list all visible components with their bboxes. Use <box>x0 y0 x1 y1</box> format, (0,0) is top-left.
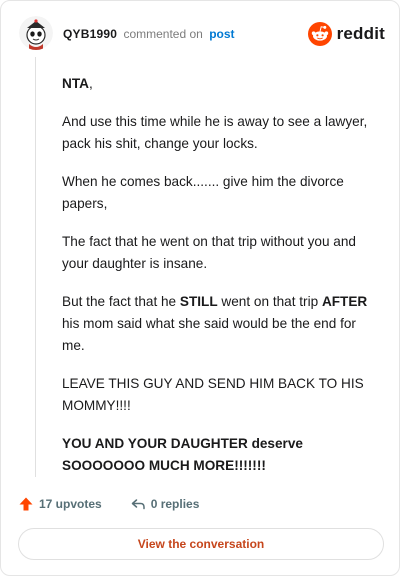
view-conversation-button[interactable]: View the conversation <box>18 528 384 560</box>
comment-paragraph: YOU AND YOUR DAUGHTER deserve SOOOOOOO M… <box>62 433 380 477</box>
reply-control[interactable]: 0 replies <box>130 496 200 512</box>
comment-footer: 17 upvotes 0 replies <box>18 493 199 515</box>
comment-paragraph: NTA, <box>62 73 380 95</box>
paragraph-text: But the fact that he <box>62 294 180 309</box>
emphasis-text: YOU AND YOUR DAUGHTER deserve SOOOOOOO M… <box>62 436 303 473</box>
upvote-control[interactable]: 17 upvotes <box>18 496 102 512</box>
user-avatar-icon[interactable] <box>19 16 53 50</box>
comment-card: QYB1990 commented on post reddit NTA, An… <box>0 0 400 576</box>
comment-meta: QYB1990 commented on post <box>63 26 235 42</box>
action-text: commented on <box>123 27 203 41</box>
verdict-text: NTA <box>62 76 89 91</box>
comment-paragraph: LEAVE THIS GUY AND SEND HIM BACK TO HIS … <box>62 376 364 413</box>
brand-name: reddit <box>336 24 385 43</box>
reddit-brand[interactable]: reddit <box>307 22 385 46</box>
comment-body: NTA, And use this time while he is away … <box>62 73 380 493</box>
username[interactable]: QYB1990 <box>63 27 117 41</box>
emphasis-text: AFTER <box>321 294 368 309</box>
paragraph-text: went on that trip <box>217 294 322 309</box>
reddit-logo-icon <box>307 22 332 46</box>
paragraph-text: his mom said what she said would be the … <box>62 316 356 353</box>
comment-header: QYB1990 commented on post reddit <box>19 16 385 52</box>
comment-paragraph: And use this time while he is away to se… <box>62 114 368 151</box>
reply-arrow-icon[interactable] <box>130 496 146 512</box>
post-link[interactable]: post <box>209 27 234 41</box>
comment-paragraph: The fact that he went on that trip witho… <box>62 234 356 271</box>
paragraph-text: , <box>88 76 93 91</box>
thread-line <box>35 57 36 477</box>
upvote-count: 17 upvotes <box>39 497 102 511</box>
comment-paragraph: When he comes back....... give him the d… <box>62 174 344 211</box>
upvote-arrow-icon[interactable] <box>18 496 34 512</box>
emphasis-text: STILL <box>179 294 218 309</box>
comment-paragraph: But the fact that he STILL went on that … <box>62 291 380 357</box>
reply-count: 0 replies <box>150 497 200 511</box>
